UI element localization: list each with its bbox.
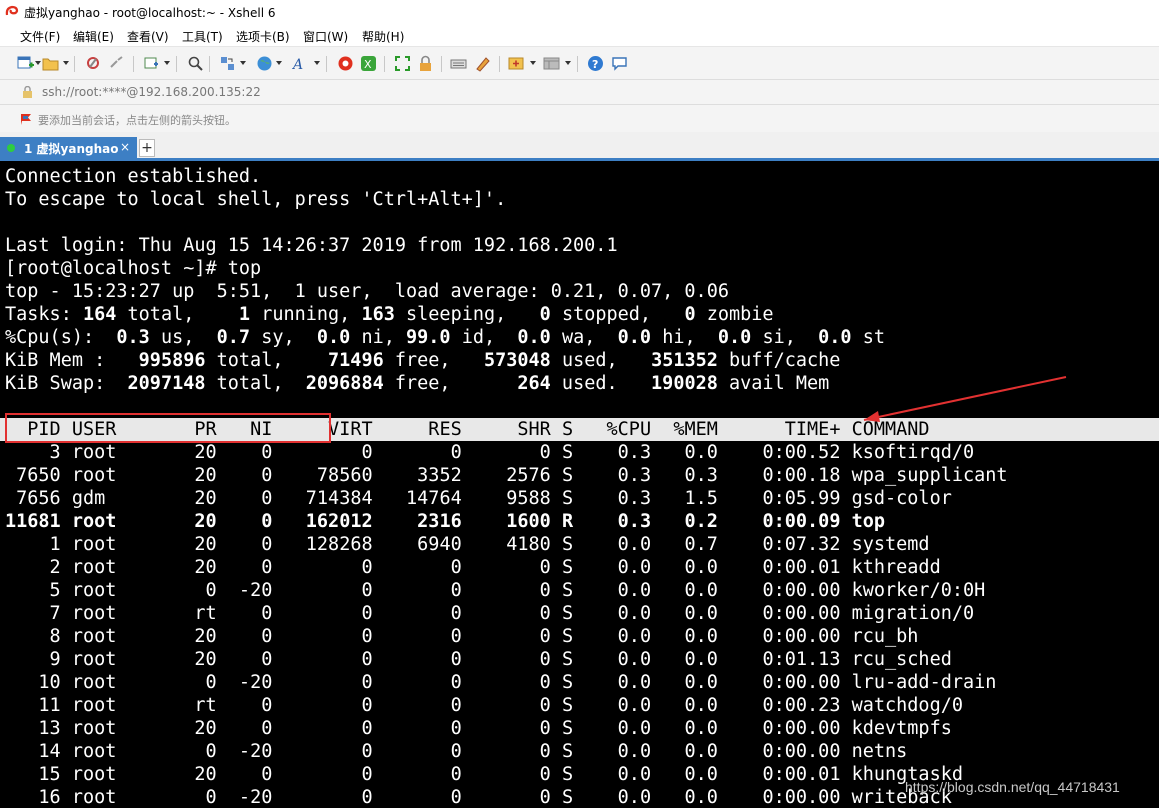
xshell-logo-icon [5, 5, 19, 16]
address-text[interactable]: ssh://root:****@192.168.200.135:22 [42, 85, 261, 99]
lock-icon[interactable] [417, 55, 434, 72]
script-icon[interactable] [474, 55, 491, 72]
globe-icon[interactable] [256, 55, 273, 72]
disconnect-icon[interactable] [108, 55, 125, 72]
menu-view[interactable]: 查看(V) [127, 28, 169, 45]
tab-label: 1 虚拟yanghao [24, 142, 119, 156]
open-folder-icon[interactable] [42, 55, 59, 72]
annotation-arrow [863, 376, 1067, 422]
svg-text:X: X [364, 58, 372, 71]
properties-icon[interactable] [143, 55, 160, 72]
menu-window[interactable]: 窗口(W) [303, 28, 348, 45]
menu-tools[interactable]: 工具(T) [182, 28, 223, 45]
search-icon[interactable] [187, 55, 204, 72]
toolbar: A X ? [0, 46, 1159, 80]
xftp-icon[interactable] [337, 55, 354, 72]
compose-icon[interactable] [508, 55, 525, 72]
tab-close-icon[interactable]: × [120, 140, 130, 154]
connected-status-icon [7, 144, 15, 152]
svg-text:A: A [292, 57, 303, 72]
menu-bar: 文件(F) 编辑(E) 查看(V) 工具(T) 选项卡(B) 窗口(W) 帮助(… [0, 24, 1159, 46]
tab-bar: 1 虚拟yanghao × + [0, 132, 1159, 161]
fullscreen-icon[interactable] [394, 55, 411, 72]
watermark: https://blog.csdn.net/qq_44718431 [905, 779, 1120, 795]
menu-file[interactable]: 文件(F) [20, 28, 60, 45]
chat-icon[interactable] [611, 55, 628, 72]
address-bar: ssh://root:****@192.168.200.135:22 [0, 79, 1159, 105]
tab-session-1[interactable]: 1 虚拟yanghao × [0, 137, 137, 159]
title-bar: 虚拟yanghao - root@localhost:~ - Xshell 6 [0, 0, 1159, 24]
svg-text:?: ? [592, 58, 598, 71]
keyboard-icon[interactable] [450, 55, 467, 72]
menu-help[interactable]: 帮助(H) [362, 28, 404, 45]
session-bar: 要添加当前会话，点击左侧的箭头按钮。 [0, 104, 1159, 133]
menu-tabs[interactable]: 选项卡(B) [236, 28, 290, 45]
menu-edit[interactable]: 编辑(E) [73, 28, 114, 45]
layout-icon[interactable] [543, 55, 560, 72]
xmanager-icon[interactable]: X [360, 55, 377, 72]
help-icon[interactable]: ? [587, 55, 604, 72]
reconnect-icon[interactable] [85, 55, 102, 72]
font-icon[interactable]: A [292, 55, 309, 72]
terminal[interactable]: Connection established. To escape to loca… [0, 161, 1159, 808]
transfer-icon[interactable] [219, 55, 236, 72]
session-arrow-icon[interactable] [20, 113, 33, 126]
new-tab-button[interactable]: + [139, 139, 155, 157]
window-title: 虚拟yanghao - root@localhost:~ - Xshell 6 [24, 6, 276, 20]
new-session-icon[interactable] [17, 55, 34, 72]
address-lock-icon [23, 86, 32, 98]
session-hint: 要添加当前会话，点击左侧的箭头按钮。 [38, 114, 236, 127]
